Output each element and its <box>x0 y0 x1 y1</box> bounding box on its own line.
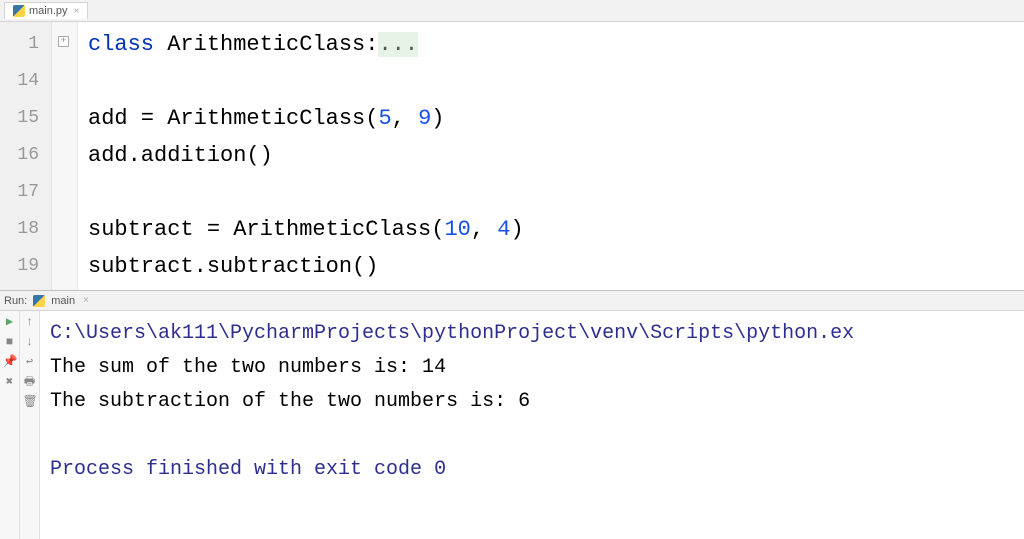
line-number: 14 <box>0 63 51 100</box>
line-number: 15 <box>0 100 51 137</box>
line-gutter: 1 14 15 16 17 18 19 <box>0 22 52 290</box>
line-number: 18 <box>0 211 51 248</box>
run-panel: Run: main × ▶ ■ 📌 ✖ ↑ ↓ ↩ 🖶 🗑 C:\Users\a… <box>0 290 1024 539</box>
python-file-icon <box>13 5 25 17</box>
folded-region[interactable]: ... <box>378 32 418 57</box>
run-toolbar-left: ▶ ■ 📌 ✖ <box>0 311 20 539</box>
fold-margin: + <box>52 22 78 290</box>
code-token: , <box>471 217 497 242</box>
line-number: 1 <box>0 26 51 63</box>
soft-wrap-icon[interactable]: ↩ <box>23 355 37 369</box>
close-run-tab-icon[interactable]: × <box>83 295 89 306</box>
rerun-icon[interactable]: ▶ <box>3 315 17 329</box>
file-tab-label: main.py <box>29 5 68 17</box>
run-body: ▶ ■ 📌 ✖ ↑ ↓ ↩ 🖶 🗑 C:\Users\ak111\Pycharm… <box>0 311 1024 539</box>
stdout-line: The subtraction of the two numbers is: 6 <box>50 390 530 413</box>
run-config-name: main <box>51 295 75 307</box>
close-panel-icon[interactable]: ✖ <box>3 375 17 389</box>
interpreter-path: C:\Users\ak111\PycharmProjects\pythonPro… <box>50 322 854 345</box>
trash-icon[interactable]: 🗑 <box>23 395 37 409</box>
code-token: add = ArithmeticClass( <box>88 106 378 131</box>
editor-tabs: main.py × <box>0 0 1024 22</box>
number-literal: 5 <box>378 106 391 131</box>
keyword: class <box>88 32 154 57</box>
number-literal: 10 <box>444 217 470 242</box>
run-header: Run: main × <box>0 291 1024 311</box>
down-arrow-icon[interactable]: ↓ <box>23 335 37 349</box>
code-editor[interactable]: 1 14 15 16 17 18 19 + class ArithmeticCl… <box>0 22 1024 290</box>
fold-toggle-icon[interactable]: + <box>58 36 69 47</box>
stop-icon[interactable]: ■ <box>3 335 17 349</box>
print-icon[interactable]: 🖶 <box>23 375 37 389</box>
line-number: 17 <box>0 174 51 211</box>
line-number: 19 <box>0 248 51 285</box>
pin-icon[interactable]: 📌 <box>3 355 17 369</box>
code-token: ) <box>510 217 523 242</box>
number-literal: 9 <box>418 106 431 131</box>
close-tab-icon[interactable]: × <box>74 6 80 17</box>
code-token: subtract = ArithmeticClass( <box>88 217 444 242</box>
up-arrow-icon[interactable]: ↑ <box>23 315 37 329</box>
code-token: , <box>392 106 418 131</box>
console-output[interactable]: C:\Users\ak111\PycharmProjects\pythonPro… <box>40 311 1024 539</box>
code-token: ArithmeticClass: <box>154 32 378 57</box>
line-number: 16 <box>0 137 51 174</box>
file-tab-main[interactable]: main.py × <box>4 2 88 19</box>
run-toolbar-right: ↑ ↓ ↩ 🖶 🗑 <box>20 311 40 539</box>
code-token: subtract.subtraction() <box>88 254 378 279</box>
run-label: Run: <box>4 295 27 307</box>
stdout-line: The sum of the two numbers is: 14 <box>50 356 446 379</box>
code-token: ) <box>431 106 444 131</box>
number-literal: 4 <box>497 217 510 242</box>
exit-status: Process finished with exit code 0 <box>50 458 446 481</box>
code-token: add.addition() <box>88 143 273 168</box>
code-text[interactable]: class ArithmeticClass:... add = Arithmet… <box>78 22 1024 290</box>
python-run-icon <box>33 295 45 307</box>
